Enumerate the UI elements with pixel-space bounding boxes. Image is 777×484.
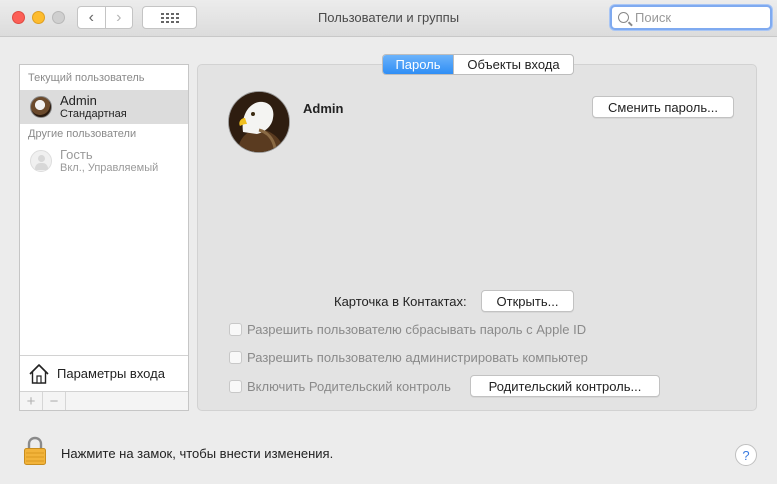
parental-controls-checkbox[interactable] xyxy=(229,380,242,393)
search-input[interactable] xyxy=(635,10,765,25)
close-window-button[interactable] xyxy=(12,11,25,24)
allow-admin-checkbox[interactable] xyxy=(229,351,242,364)
user-picture[interactable] xyxy=(228,91,290,153)
allow-admin-checkbox-row[interactable]: Разрешить пользователю администрировать … xyxy=(229,350,588,365)
checkbox-label: Разрешить пользователю администрировать … xyxy=(247,350,588,365)
open-contact-button[interactable]: Открыть... xyxy=(481,290,574,312)
parental-controls-checkbox-row[interactable]: Включить Родительский контроль xyxy=(229,379,451,394)
title-bar: ‹ › Пользователи и группы xyxy=(0,0,777,37)
back-button[interactable]: ‹ xyxy=(78,7,105,28)
lock-icon[interactable] xyxy=(23,436,47,466)
allow-reset-password-checkbox[interactable] xyxy=(229,323,242,336)
allow-reset-password-checkbox-row[interactable]: Разрешить пользователю сбрасывать пароль… xyxy=(229,322,586,337)
house-icon xyxy=(29,363,49,384)
user-role: Вкл., Управляемый xyxy=(60,162,159,174)
help-button[interactable]: ? xyxy=(735,444,757,466)
checkbox-label: Включить Родительский контроль xyxy=(247,379,451,394)
user-name: Гость xyxy=(60,147,93,162)
login-options-label: Параметры входа xyxy=(57,366,165,381)
nav-buttons: ‹ › xyxy=(77,6,133,29)
current-user-header: Текущий пользователь xyxy=(28,72,145,84)
show-all-button[interactable] xyxy=(142,6,197,29)
chevron-right-icon: › xyxy=(116,8,122,26)
tab-password[interactable]: Пароль xyxy=(383,55,453,74)
tab-login-items[interactable]: Объекты входа xyxy=(453,55,573,74)
user-name: Admin xyxy=(60,93,97,108)
checkbox-label: Разрешить пользователю сбрасывать пароль… xyxy=(247,322,587,337)
user-row-admin[interactable]: Admin Стандартная xyxy=(20,90,188,124)
login-options-item[interactable]: Параметры входа xyxy=(20,355,188,391)
tab-bar: Пароль Объекты входа xyxy=(382,54,574,75)
zoom-window-button[interactable] xyxy=(52,11,65,24)
forward-button[interactable]: › xyxy=(104,7,133,28)
avatar xyxy=(30,96,52,118)
remove-user-button[interactable]: − xyxy=(43,392,66,410)
user-name-title: Admin xyxy=(303,101,344,116)
change-password-button[interactable]: Сменить пароль... xyxy=(592,96,734,118)
other-users-header: Другие пользователи xyxy=(28,128,137,140)
users-sidebar: Текущий пользователь Admin Стандартная Д… xyxy=(19,64,189,411)
add-user-button[interactable]: + xyxy=(20,392,43,410)
lock-message: Нажмите на замок, чтобы внести изменения… xyxy=(61,446,334,461)
contacts-card-label: Карточка в Контактах: xyxy=(334,294,467,309)
chevron-left-icon: ‹ xyxy=(88,8,94,26)
guest-avatar-icon xyxy=(30,150,52,172)
minimize-window-button[interactable] xyxy=(32,11,45,24)
grid-icon xyxy=(160,12,179,23)
search-field[interactable] xyxy=(610,5,772,30)
eagle-icon xyxy=(229,92,289,152)
window-title: Пользователи и группы xyxy=(317,10,460,25)
user-row-guest[interactable]: Гость Вкл., Управляемый xyxy=(20,144,188,178)
search-icon xyxy=(618,12,629,23)
sidebar-toolbar: + − xyxy=(20,391,188,410)
parental-controls-button[interactable]: Родительский контроль... xyxy=(470,375,660,397)
user-role: Стандартная xyxy=(60,108,127,120)
